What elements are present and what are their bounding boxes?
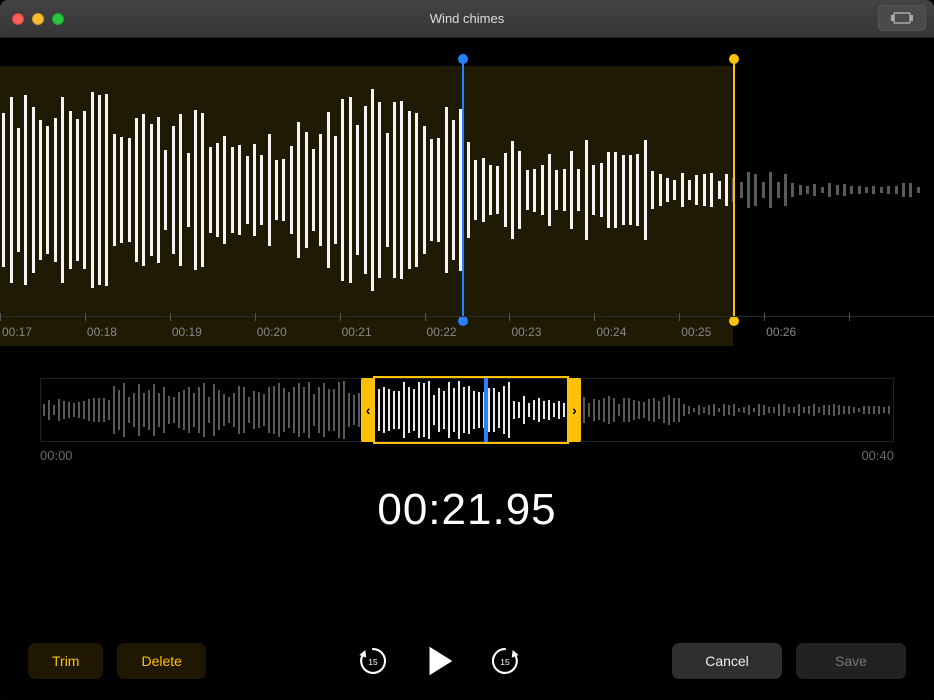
time-ruler: 00:1700:1800:1900:2000:2100:2200:2300:24… [0,316,934,346]
save-button[interactable]: Save [796,643,906,679]
window-title: Wind chimes [0,11,934,26]
overview-time-labels: 00:00 00:40 [40,448,894,463]
ruler-tick [849,317,934,346]
crop-icon [891,10,913,26]
ruler-tick: 00:20 [255,317,340,346]
titlebar: Wind chimes [0,0,934,38]
app-window: Wind chimes 00:1700:1800:1900:2000:2100:… [0,0,934,700]
fullscreen-window-button[interactable] [52,13,64,25]
skip-forward-15-button[interactable]: 15 [488,644,522,678]
overview-waveform[interactable]: ‹ › [40,378,894,442]
trim-handle-left[interactable]: ‹ [361,378,375,442]
ruler-tick: 00:22 [425,317,510,346]
ruler-tick: 00:21 [340,317,425,346]
selection-end-marker[interactable] [733,58,735,322]
close-window-button[interactable] [12,13,24,25]
play-icon [420,642,458,680]
svg-text:15: 15 [500,657,510,667]
trim-mode-toggle[interactable] [878,5,926,31]
skip-back-15-button[interactable]: 15 [356,644,390,678]
waveform-bars [0,66,934,314]
ruler-tick: 00:17 [0,317,85,346]
delete-button[interactable]: Delete [117,643,205,679]
ruler-tick: 00:19 [170,317,255,346]
ruler-tick: 00:26 [764,317,849,346]
skip-forward-icon: 15 [488,644,522,678]
svg-text:15: 15 [368,657,378,667]
window-controls [0,13,64,25]
main-waveform[interactable]: 00:1700:1800:1900:2000:2100:2200:2300:24… [0,66,934,346]
current-time-display: 00:21.95 [0,485,934,535]
skip-back-icon: 15 [356,644,390,678]
ruler-tick: 00:23 [509,317,594,346]
ruler-tick: 00:24 [594,317,679,346]
trim-handle-right[interactable]: › [567,378,581,442]
playhead[interactable] [462,58,464,322]
trim-region[interactable]: ‹ › [373,376,569,444]
transport-controls: 15 15 [356,642,522,680]
editor-content: 00:1700:1800:1900:2000:2100:2200:2300:24… [0,38,934,700]
overview-start-time: 00:00 [40,448,73,463]
ruler-tick: 00:25 [679,317,764,346]
minimize-window-button[interactable] [32,13,44,25]
trim-button[interactable]: Trim [28,643,103,679]
play-button[interactable] [420,642,458,680]
cancel-button[interactable]: Cancel [672,643,782,679]
ruler-tick: 00:18 [85,317,170,346]
overview-playhead[interactable] [484,378,488,442]
bottom-toolbar: Trim Delete 15 [0,622,934,700]
overview-end-time: 00:40 [861,448,894,463]
